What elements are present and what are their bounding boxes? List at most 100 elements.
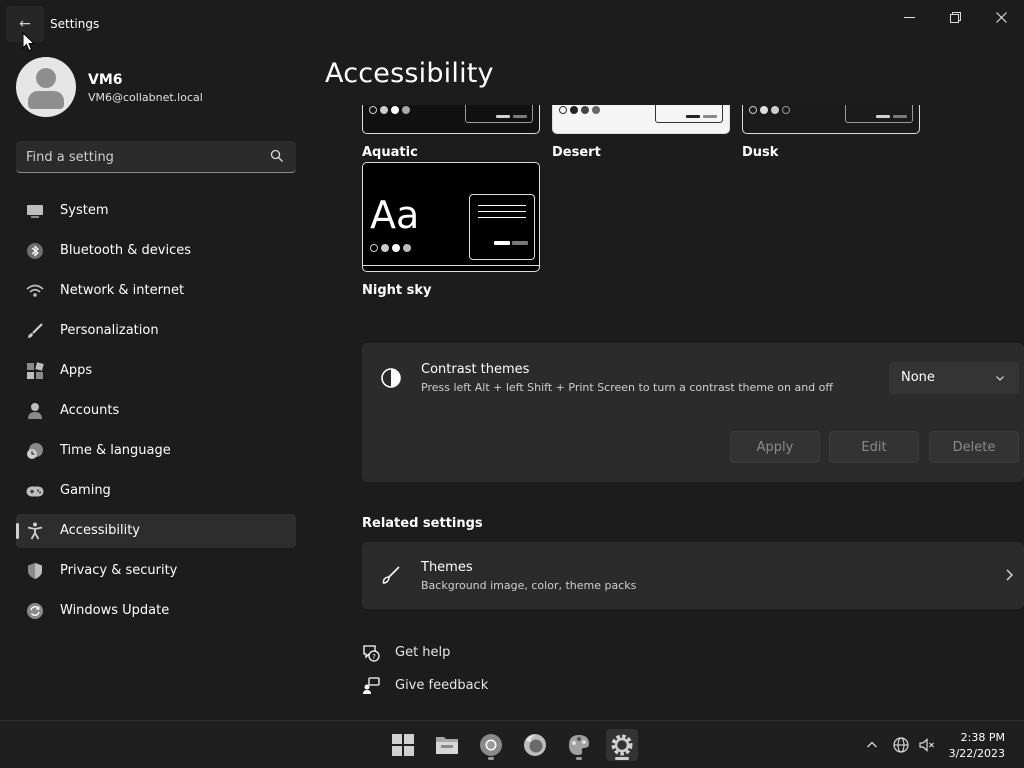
avatar-body [28,91,64,109]
network-tray-button[interactable] [891,735,911,755]
theme-thumbnail-desert[interactable] [552,105,730,134]
person-icon [28,403,42,419]
sidebar-item-label: System [60,203,109,218]
color-dots [749,106,790,114]
theme-thumbnail-aquatic[interactable] [362,105,540,134]
search-box[interactable] [16,141,296,173]
themes-link-card[interactable]: Themes Background image, color, theme pa… [362,542,1024,609]
themes-title: Themes [421,560,473,575]
sidebar-item-system[interactable]: System [16,194,296,228]
edit-button[interactable]: Edit [829,431,919,463]
restore-button[interactable] [932,6,978,28]
close-button[interactable] [978,6,1024,28]
chrome-icon [480,734,502,756]
delete-button[interactable]: Delete [929,431,1019,463]
chevron-up-icon [867,741,877,748]
sidebar-item-gaming[interactable]: Gaming [16,474,296,508]
minimize-button[interactable] [886,6,932,28]
back-arrow-icon: ← [19,16,31,32]
app-title: Settings [50,17,100,31]
get-help-link[interactable]: ? Get help [362,642,502,664]
globe-icon [893,737,909,753]
minimize-icon [903,16,915,18]
mouse-cursor-icon [22,32,36,52]
sidebar-item-label: Bluetooth & devices [60,243,191,258]
sidebar-item-label: Gaming [60,483,111,498]
theme-previews-row [362,105,1024,135]
taskbar-firefox[interactable] [519,729,551,761]
sidebar-item-apps[interactable]: Apps [16,354,296,388]
system-icon [27,205,43,218]
user-name: VM6 [88,72,123,88]
search-icon[interactable] [270,149,284,163]
color-dots [370,244,411,252]
preview-text: Aa [370,193,420,237]
sidebar-item-label: Network & internet [60,283,185,298]
taskbar-file-explorer[interactable] [431,729,463,761]
preview-taskbar [363,265,539,271]
speaker-muted-icon [919,738,934,752]
themes-subtitle: Background image, color, theme packs [421,579,637,592]
contrast-themes-title: Contrast themes [421,362,530,377]
preview-window [469,194,535,260]
avatar-head [36,68,56,88]
sidebar-nav: System Bluetooth & devices Network & int… [16,194,296,634]
theme-thumbnail-night-sky[interactable]: Aa [362,162,540,272]
sidebar-item-label: Windows Update [60,603,170,618]
start-button[interactable] [387,729,419,761]
sidebar-item-privacy-security[interactable]: Privacy & security [16,554,296,588]
theme-label-aquatic: Aquatic [362,145,418,160]
apps-icon [27,362,44,379]
sidebar-item-label: Time & language [60,443,171,458]
gamepad-icon [26,486,44,497]
dropdown-value: None [901,370,935,385]
search-input[interactable] [26,147,266,167]
restore-icon [949,11,961,23]
taskbar-settings[interactable] [606,729,638,761]
preview-window [845,105,913,123]
paint-icon [569,735,589,755]
accessibility-icon [27,522,43,540]
clock[interactable]: 2:38 PM 3/22/2023 [949,730,1005,762]
sidebar-item-accessibility[interactable]: Accessibility [16,514,296,548]
give-feedback-link[interactable]: Give feedback [362,675,502,697]
chevron-right-icon [1006,569,1013,581]
give-feedback-label: Give feedback [395,678,489,693]
avatar[interactable] [16,57,76,117]
volume-tray-button[interactable] [917,735,937,755]
taskbar: 2:38 PM 3/22/2023 [0,720,1024,768]
sidebar-item-bluetooth[interactable]: Bluetooth & devices [16,234,296,268]
contrast-theme-dropdown[interactable]: None [889,362,1019,394]
chevron-down-icon [996,376,1004,381]
wifi-icon [26,284,44,297]
taskbar-chrome[interactable] [475,729,507,761]
running-indicator [576,757,582,760]
related-settings-heading: Related settings [362,516,483,531]
sidebar-item-windows-update[interactable]: Windows Update [16,594,296,628]
taskbar-paint[interactable] [563,729,595,761]
contrast-icon [381,368,401,388]
theme-thumbnail-dusk[interactable] [742,105,920,134]
clock-globe-icon [27,443,43,459]
get-help-label: Get help [395,645,451,660]
sidebar-item-network[interactable]: Network & internet [16,274,296,308]
apply-button[interactable]: Apply [730,431,820,463]
contrast-themes-subtitle: Press left Alt + left Shift + Print Scre… [421,381,833,394]
running-indicator [615,757,629,760]
sidebar-item-label: Accessibility [60,523,140,538]
theme-label-desert: Desert [552,145,601,160]
help-icon: ? [363,645,380,662]
sidebar-item-time-language[interactable]: Time & language [16,434,296,468]
show-hidden-icons-button[interactable] [862,735,882,755]
contrast-themes-card: Contrast themes Press left Alt + left Sh… [362,343,1024,482]
theme-label-night-sky: Night sky [362,283,432,298]
sidebar-item-label: Privacy & security [60,563,178,578]
running-indicator [488,757,494,760]
sidebar-item-personalization[interactable]: Personalization [16,314,296,348]
preview-window [655,105,723,123]
sidebar-item-accounts[interactable]: Accounts [16,394,296,428]
shield-icon [28,563,42,579]
page-title: Accessibility [325,58,494,89]
theme-label-dusk: Dusk [742,145,779,160]
file-explorer-icon [436,737,458,754]
